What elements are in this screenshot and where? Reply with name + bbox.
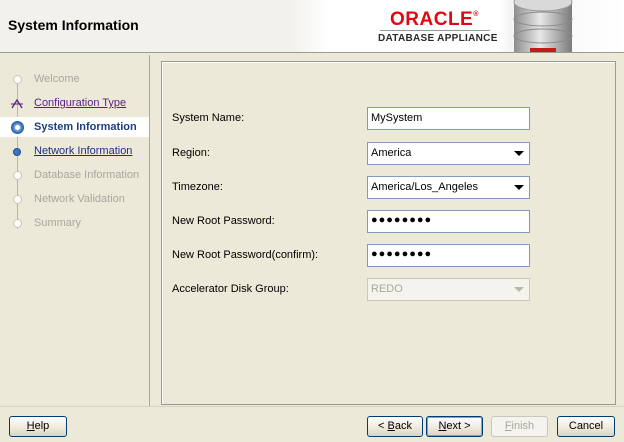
region-selected-value: America xyxy=(371,147,412,159)
finish-button: Finish xyxy=(491,416,548,437)
nav-step-database-information: Database Information xyxy=(0,165,149,185)
timezone-select[interactable]: America/Los_Angeles xyxy=(367,176,530,199)
nav-step-label[interactable]: Configuration Type xyxy=(34,97,126,109)
root-password-label: New Root Password: xyxy=(172,215,275,227)
step-dot-icon xyxy=(13,75,22,84)
wizard-steps-nav: Welcome Configuration Type System Inform… xyxy=(0,55,150,406)
nav-step-welcome: Welcome xyxy=(0,69,149,89)
next-button[interactable]: Next > xyxy=(426,416,483,437)
timezone-label: Timezone: xyxy=(172,181,223,193)
system-name-row: System Name: MySystem xyxy=(172,107,612,130)
root-password-confirm-label: New Root Password(confirm): xyxy=(172,249,319,261)
region-row: Region: America xyxy=(172,142,612,165)
database-appliance-icon xyxy=(513,0,573,52)
accelerator-disk-group-select: REDO xyxy=(367,278,530,301)
region-label: Region: xyxy=(172,147,210,159)
nav-step-network-validation: Network Validation xyxy=(0,189,149,209)
oracle-logo: ORACLE® xyxy=(390,9,479,30)
current-step-icon xyxy=(11,121,24,134)
step-dot-icon xyxy=(13,171,22,180)
accelerator-disk-group-value: REDO xyxy=(371,283,403,295)
back-button[interactable]: < Back xyxy=(367,416,423,437)
cancel-button[interactable]: Cancel xyxy=(557,416,615,437)
dropdown-arrow-icon[interactable] xyxy=(514,185,524,190)
dropdown-arrow-icon[interactable] xyxy=(514,151,524,156)
brand-divider xyxy=(380,30,490,31)
accelerator-disk-group-row: Accelerator Disk Group: REDO xyxy=(172,278,612,301)
root-password-input[interactable]: ●●●●●●●● xyxy=(367,210,530,233)
nav-step-configuration-type[interactable]: Configuration Type xyxy=(0,93,149,113)
region-select[interactable]: America xyxy=(367,142,530,165)
step-dot-icon xyxy=(13,219,22,228)
nav-step-label: Summary xyxy=(34,217,82,229)
timezone-selected-value: America/Los_Angeles xyxy=(371,181,479,193)
wizard-header: System Information ORACLE® DATABASE APPL… xyxy=(0,0,624,53)
system-information-form: System Name: MySystem Region: America Ti… xyxy=(161,61,616,405)
step-dot-icon xyxy=(13,148,21,156)
brand-banner: ORACLE® DATABASE APPLIANCE xyxy=(290,0,624,52)
nav-step-network-information[interactable]: Network Information xyxy=(0,141,149,161)
nav-step-label: Network Validation xyxy=(34,193,125,205)
button-bar-divider xyxy=(0,406,624,407)
dropdown-arrow-icon xyxy=(514,287,524,292)
root-password-confirm-input[interactable]: ●●●●●●●● xyxy=(367,244,530,267)
step-dot-icon xyxy=(13,195,22,204)
brand-subtitle: DATABASE APPLIANCE xyxy=(378,33,498,44)
nav-step-label: Database Information xyxy=(34,169,140,181)
nav-step-summary: Summary xyxy=(0,213,149,233)
nav-step-label: Welcome xyxy=(34,73,80,85)
visited-step-icon xyxy=(11,99,23,109)
nav-step-label: System Information xyxy=(34,121,137,133)
page-title: System Information xyxy=(8,17,139,33)
timezone-row: Timezone: America/Los_Angeles xyxy=(172,176,612,199)
accelerator-disk-group-label: Accelerator Disk Group: xyxy=(172,283,289,295)
help-button[interactable]: Help xyxy=(9,416,67,437)
nav-step-system-information: System Information xyxy=(0,117,149,137)
root-password-row: New Root Password: ●●●●●●●● xyxy=(172,210,612,233)
system-name-input[interactable]: MySystem xyxy=(367,107,530,130)
nav-step-label[interactable]: Network Information xyxy=(34,145,132,157)
root-password-confirm-row: New Root Password(confirm): ●●●●●●●● xyxy=(172,244,612,267)
system-name-label: System Name: xyxy=(172,112,245,124)
